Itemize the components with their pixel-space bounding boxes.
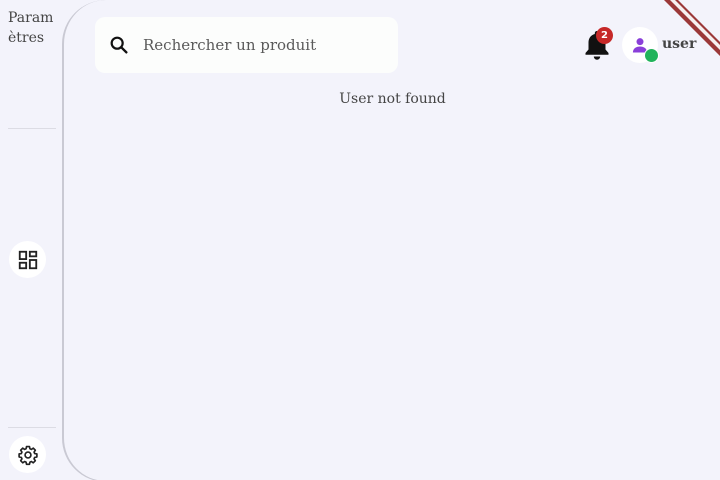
dashboard-grid-icon [18, 250, 37, 269]
status-message: User not found [339, 91, 446, 107]
online-status-dot [644, 48, 659, 63]
sidebar-divider [8, 427, 56, 428]
dashboard-button[interactable] [9, 241, 46, 278]
sidebar: Paramètres [0, 0, 64, 480]
sidebar-title: Paramètres [8, 10, 54, 46]
search-icon [107, 33, 131, 57]
notification-count-badge: 2 [596, 27, 613, 44]
corner-ribbon [660, 0, 720, 60]
sidebar-divider [8, 128, 56, 129]
settings-button[interactable] [9, 436, 46, 473]
search-bar[interactable] [95, 17, 398, 73]
search-input[interactable] [143, 30, 383, 60]
gear-icon [17, 445, 38, 465]
